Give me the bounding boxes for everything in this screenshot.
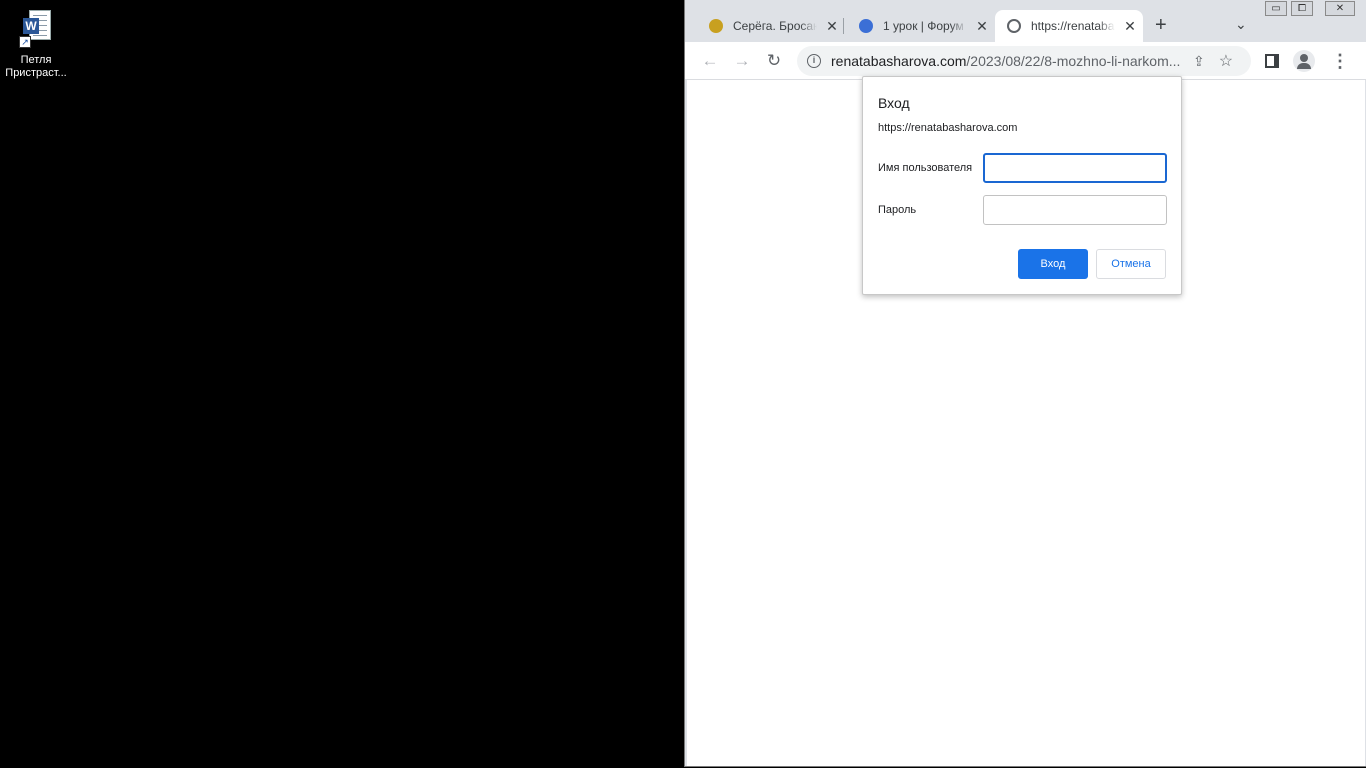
side-panel-icon[interactable]	[1265, 54, 1279, 68]
tab-2[interactable]: 1 урок | Форум р ✕	[847, 10, 989, 42]
username-label: Имя пользователя	[878, 162, 973, 174]
close-tab-icon[interactable]: ✕	[1123, 18, 1137, 35]
site-info-icon[interactable]: i	[807, 54, 821, 68]
close-tab-icon[interactable]: ✕	[825, 18, 839, 35]
close-tab-icon[interactable]: ✕	[975, 18, 989, 35]
url-text[interactable]: renatabasharova.com/2023/08/22/8-mozhno-…	[831, 53, 1183, 69]
back-arrow-icon[interactable]: ←	[699, 50, 721, 72]
address-bar[interactable]: i renatabasharova.com/2023/08/22/8-mozhn…	[797, 46, 1251, 76]
minimize-button[interactable]: ▭	[1265, 1, 1287, 16]
desktop-icon-label-line2: Пристраст...	[5, 67, 67, 79]
tab-3-active[interactable]: https://renatabas ✕	[995, 10, 1143, 42]
username-input[interactable]	[983, 153, 1167, 183]
close-window-button[interactable]: ✕	[1325, 1, 1355, 16]
reload-icon[interactable]: ↻	[763, 50, 785, 72]
browser-toolbar: ← → ↻ i renatabasharova.com/2023/08/22/8…	[685, 42, 1366, 80]
bookmark-star-icon[interactable]: ☆	[1219, 51, 1233, 71]
forward-arrow-icon[interactable]: →	[731, 50, 753, 72]
sign-in-button[interactable]: Вход	[1018, 249, 1088, 279]
desktop-icon-word-document[interactable]: W ↗ Петля Пристраст...	[2, 8, 70, 80]
password-label: Пароль	[878, 204, 917, 216]
tab-title: 1 урок | Форум р	[883, 19, 967, 33]
kebab-menu-icon[interactable]: ⋮	[1331, 50, 1349, 72]
tab-title: https://renatabas	[1031, 19, 1115, 33]
tab-search-chevron-icon[interactable]: ⌄	[1235, 16, 1247, 33]
tab-strip: Серёга. Бросаю ✕ 1 урок | Форум р ✕ http…	[685, 0, 1366, 42]
new-tab-button[interactable]: +	[1155, 15, 1167, 35]
password-input[interactable]	[983, 195, 1167, 225]
share-icon[interactable]: ⇪	[1193, 53, 1205, 70]
sign-in-dialog: Вход https://renatabasharova.com Имя пол…	[862, 76, 1182, 295]
dialog-origin: https://renatabasharova.com	[878, 122, 1018, 134]
dialog-title: Вход	[878, 95, 910, 111]
desktop-icon-label-line1: Петля	[20, 54, 52, 66]
tab-title: Серёга. Бросаю	[733, 19, 817, 33]
tab-favicon-icon	[709, 19, 723, 33]
maximize-button[interactable]: ⧠	[1291, 1, 1313, 16]
tab-favicon-icon	[859, 19, 873, 33]
cancel-button[interactable]: Отмена	[1096, 249, 1166, 279]
word-document-icon: W ↗	[19, 8, 53, 52]
globe-icon	[1007, 19, 1021, 33]
tab-1[interactable]: Серёга. Бросаю ✕	[697, 10, 839, 42]
profile-avatar-icon[interactable]	[1293, 50, 1315, 72]
